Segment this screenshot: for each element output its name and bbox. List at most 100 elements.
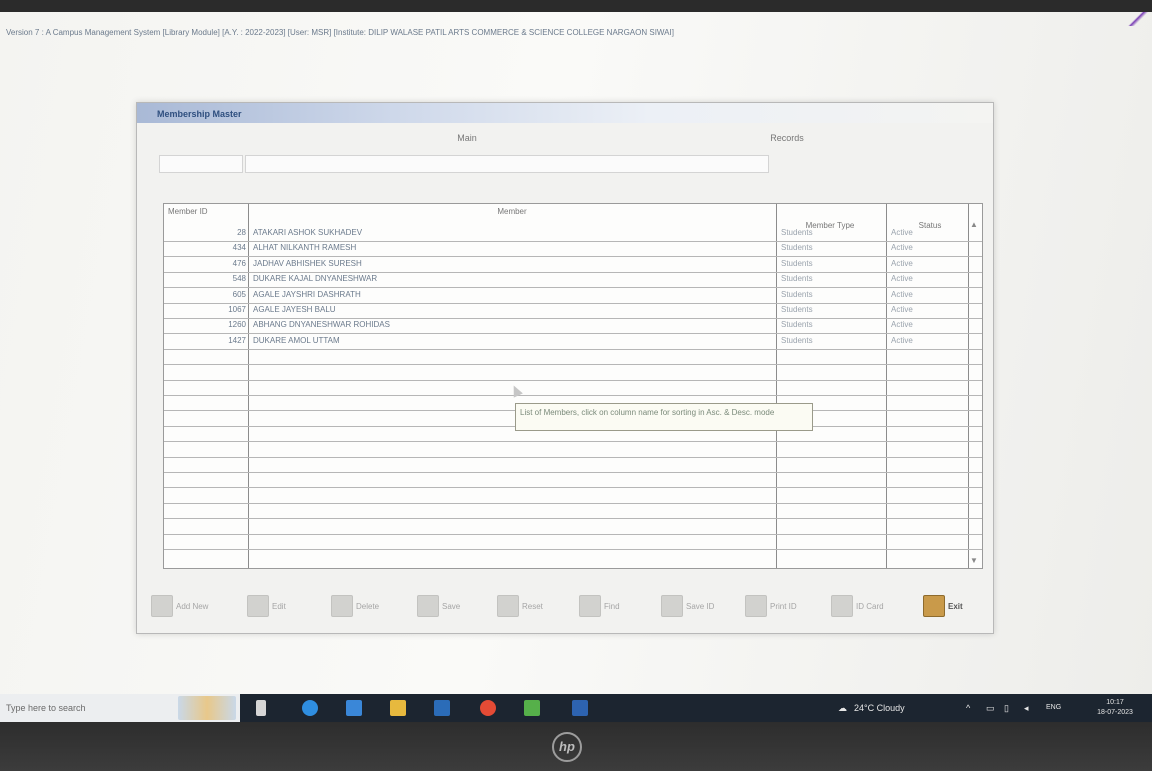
- member-type-cell: Students: [781, 335, 813, 345]
- member-status-cell: Active: [891, 258, 913, 268]
- member-type-cell: Students: [781, 243, 813, 253]
- member-name-cell: DUKARE AMOL UTTAM: [253, 335, 340, 345]
- grid-row-line: [164, 302, 982, 304]
- battery-icon[interactable]: ▯: [1004, 694, 1009, 722]
- members-grid[interactable]: Member ID Member Member Type Status ▲ ▼ …: [163, 203, 983, 569]
- member-name-cell: JADHAV ABHISHEK SURESH: [253, 258, 362, 268]
- grid-row-line: [164, 287, 982, 289]
- monitor-screen: Version 7 : A Campus Management System […: [0, 12, 1152, 720]
- edit-button[interactable]: Edit: [245, 589, 286, 623]
- exit-icon: [923, 595, 945, 617]
- member-name-cell: ABHANG DNYANESHWAR ROHIDAS: [253, 320, 390, 330]
- grid-row-line: [164, 241, 982, 242]
- member-status-cell: Active: [891, 320, 913, 330]
- weather-text[interactable]: 24°C Cloudy: [854, 694, 905, 722]
- table-row[interactable]: 548 DUKARE KAJAL DNYANESHWAR Students Activ…: [164, 272, 982, 287]
- member-type-cell: Students: [781, 289, 813, 299]
- reset-label: Reset: [522, 601, 543, 611]
- grid-row-line: [164, 318, 982, 319]
- save-button[interactable]: Save: [415, 589, 460, 623]
- id-card-label: ID Card: [856, 601, 884, 611]
- member-id-cell: 605: [232, 289, 246, 299]
- member-status-cell: Active: [891, 335, 913, 345]
- grid-row-line: [164, 472, 982, 473]
- member-id-cell: 548: [232, 274, 246, 284]
- exit-label: Exit: [948, 601, 963, 611]
- chrome-icon[interactable]: [480, 700, 496, 716]
- grid-row-line: [164, 379, 982, 381]
- member-type-cell: Students: [781, 320, 813, 330]
- table-row[interactable]: 1260 ABHANG DNYANESHWAR ROHIDAS Students Ac…: [164, 318, 982, 333]
- taskbar-clock[interactable]: 10:17 18-07-2023: [1080, 698, 1150, 718]
- save-id-label: Save ID: [686, 601, 715, 611]
- tab-records[interactable]: Records: [737, 127, 837, 149]
- search-highlight-image: [178, 696, 236, 720]
- table-row[interactable]: 434 ALHAT NILKANTH RAMESH Students Active: [164, 241, 982, 256]
- mail-icon[interactable]: [434, 700, 450, 716]
- corner-mark: [1122, 12, 1152, 26]
- member-name-cell: DUKARE KAJAL DNYANESHWAR: [253, 274, 378, 284]
- file-explorer-icon[interactable]: [390, 700, 406, 716]
- find-button[interactable]: Find: [577, 589, 620, 623]
- delete-label: Delete: [356, 601, 380, 611]
- task-view-icon[interactable]: [256, 700, 266, 716]
- grid-row-line: [164, 256, 982, 258]
- member-status-cell: Active: [891, 289, 913, 299]
- language-indicator[interactable]: ENG: [1046, 694, 1061, 722]
- id-card-button[interactable]: ID Card: [829, 589, 884, 623]
- delete-icon: [331, 595, 353, 617]
- print-id-label: Print ID: [770, 601, 797, 611]
- grid-row-line: [164, 395, 982, 396]
- grid-row-line: [164, 549, 982, 550]
- table-row[interactable]: 605 AGALE JAYSHRI DASHRATH Students Active: [164, 288, 982, 303]
- member-id-cell: 476: [232, 258, 246, 268]
- column-member[interactable]: Member: [250, 204, 770, 222]
- grid-tooltip: List of Members, click on column name fo…: [515, 403, 813, 431]
- reset-button[interactable]: Reset: [495, 589, 543, 623]
- grid-row-line: [164, 502, 982, 504]
- table-row[interactable]: 1067 AGALE JAYESH BALU Students Active: [164, 303, 982, 318]
- table-row[interactable]: 476 JADHAV ABHISHEK SURESH Students Active: [164, 257, 982, 272]
- clock-date: 18-07-2023: [1097, 709, 1133, 716]
- edge-icon[interactable]: [302, 700, 318, 716]
- table-row[interactable]: 28 ATAKARI ASHOK SUKHADEV Students Active: [164, 226, 982, 241]
- column-member-id[interactable]: Member ID: [164, 204, 248, 222]
- member-type-cell: Students: [781, 305, 813, 314]
- volume-icon[interactable]: ◂: [1024, 694, 1029, 722]
- tab-main[interactable]: Main: [167, 127, 767, 149]
- delete-button[interactable]: Delete: [329, 589, 379, 623]
- find-label: Find: [604, 601, 620, 611]
- word-icon[interactable]: [572, 700, 588, 716]
- print-id-button[interactable]: Print ID: [743, 589, 797, 623]
- store-icon[interactable]: [346, 700, 362, 716]
- network-icon[interactable]: ▭: [986, 694, 995, 722]
- scroll-down-icon[interactable]: ▼: [970, 556, 978, 565]
- grid-row-line: [164, 533, 982, 535]
- member-status-cell: Active: [891, 274, 913, 284]
- add-icon: [151, 595, 173, 617]
- clock-time: 10:17: [1106, 699, 1124, 706]
- hp-logo: hp: [552, 732, 582, 762]
- grid-row-line: [164, 441, 982, 443]
- chevron-up-icon[interactable]: ^: [966, 694, 970, 722]
- add-new-button[interactable]: Add New: [149, 589, 208, 623]
- member-status-cell: Active: [891, 305, 913, 314]
- grid-row-line: [164, 333, 982, 335]
- save-icon: [417, 595, 439, 617]
- campus-app-icon[interactable]: [524, 700, 540, 716]
- print-id-icon: [745, 595, 767, 617]
- member-status-cell: Active: [891, 228, 913, 237]
- filter-id-input[interactable]: [159, 155, 243, 173]
- exit-button[interactable]: Exit: [921, 589, 963, 623]
- table-row[interactable]: 1427 DUKARE AMOL UTTAM Students Active: [164, 334, 982, 349]
- add-new-label: Add New: [176, 601, 209, 611]
- app-title: Version 7 : A Campus Management System […: [6, 28, 674, 37]
- member-id-cell: 1067: [228, 305, 246, 314]
- grid-row-line: [164, 271, 982, 273]
- save-id-button[interactable]: Save ID: [659, 589, 714, 623]
- grid-row-line: [164, 518, 982, 520]
- membership-master-dialog: Membership Master Main Records Member ID…: [136, 102, 994, 634]
- filter-member-input[interactable]: [245, 155, 769, 173]
- member-type-cell: Students: [781, 274, 813, 284]
- member-id-cell: 1427: [228, 335, 246, 345]
